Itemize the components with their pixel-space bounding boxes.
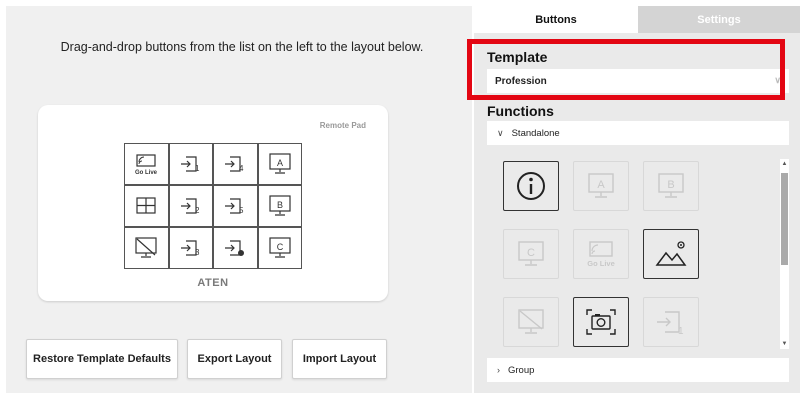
display-a-icon: A <box>588 173 614 198</box>
pad-key-display-off[interactable] <box>125 228 168 268</box>
palette-display-a-button[interactable]: A <box>573 161 629 211</box>
palette-display-c-button[interactable]: C <box>503 229 559 279</box>
group-accordion[interactable]: › Group <box>487 358 789 382</box>
input-record-icon <box>225 240 245 256</box>
info-icon <box>517 172 545 200</box>
palette-image-button[interactable] <box>643 229 699 279</box>
input-4-icon: 4 <box>225 156 244 173</box>
snapshot-icon <box>586 309 616 335</box>
import-layout-button[interactable]: Import Layout <box>292 339 387 379</box>
standalone-label: Standalone <box>511 127 560 139</box>
palette-display-b-label: B <box>667 179 674 191</box>
palette-display-a-label: A <box>597 179 605 191</box>
pad-key-go-live[interactable]: Go Live <box>125 144 168 184</box>
go-live-icon: Go Live <box>135 154 158 176</box>
pad-name: Remote Pad <box>319 121 366 130</box>
palette-go-live-label: Go Live <box>587 259 615 268</box>
pad-key-input-3[interactable]: 3 <box>169 228 212 268</box>
remote-pad: Remote Pad Go Live 1 4 A 2 5 B 3 C ATEN <box>38 105 388 301</box>
functions-heading: Functions <box>487 103 554 119</box>
display-c-label: C <box>277 242 284 252</box>
palette-display-off-button[interactable] <box>503 297 559 347</box>
pad-key-grid-layout[interactable] <box>125 186 168 226</box>
chevron-right-icon: › <box>497 365 500 375</box>
image-icon <box>655 241 687 266</box>
input-4-label: 4 <box>239 164 244 173</box>
scrollbar-thumb[interactable] <box>781 173 788 265</box>
pad-key-display-a[interactable]: A <box>258 144 301 184</box>
group-label: Group <box>508 364 535 376</box>
input-1-label: 1 <box>195 164 200 173</box>
restore-template-defaults-button[interactable]: Restore Template Defaults <box>26 339 178 379</box>
input-1-icon: 1 <box>657 311 684 337</box>
palette-display-c-label: C <box>527 247 535 259</box>
scroll-up-icon[interactable]: ▲ <box>780 161 789 167</box>
input-1-icon: 1 <box>180 156 200 173</box>
go-live-icon: Go Live <box>587 241 615 268</box>
input-2-label: 2 <box>195 206 200 215</box>
pad-key-grid: Go Live 1 4 A 2 5 B 3 C <box>124 143 302 269</box>
pad-key-input-5[interactable]: 5 <box>214 186 257 226</box>
palette-snapshot-button[interactable] <box>573 297 629 347</box>
pad-brand-logo: ATEN <box>197 277 229 289</box>
chevron-down-icon: ∨ <box>497 127 504 138</box>
input-3-icon: 3 <box>180 240 200 257</box>
pad-key-input-4[interactable]: 4 <box>214 144 257 184</box>
palette-display-b-button[interactable]: B <box>643 161 699 211</box>
layout-panel: Drag-and-drop buttons from the list on t… <box>6 6 472 393</box>
palette-scrollbar[interactable]: ▲ ▼ <box>780 159 789 349</box>
display-off-icon <box>518 309 544 334</box>
pad-key-input-1[interactable]: 1 <box>169 144 212 184</box>
input-3-label: 3 <box>195 248 200 257</box>
go-live-label: Go Live <box>135 170 158 176</box>
pad-key-display-b[interactable]: B <box>258 186 301 226</box>
display-b-icon: B <box>658 173 684 198</box>
display-c-icon: C <box>269 237 291 258</box>
palette-input-1-label: 1 <box>678 326 684 337</box>
template-highlight-box <box>467 39 785 100</box>
pad-key-display-c[interactable]: C <box>258 228 301 268</box>
pad-key-input-record[interactable] <box>214 228 257 268</box>
tab-settings[interactable]: Settings <box>638 6 800 33</box>
export-layout-button[interactable]: Export Layout <box>187 339 282 379</box>
display-c-icon: C <box>518 241 544 266</box>
display-a-icon: A <box>269 153 291 174</box>
input-5-label: 5 <box>239 206 244 215</box>
scroll-down-icon[interactable]: ▼ <box>780 341 789 347</box>
display-b-label: B <box>277 200 283 210</box>
display-a-label: A <box>277 158 283 168</box>
tab-buttons[interactable]: Buttons <box>474 6 638 33</box>
standalone-accordion[interactable]: ∨ Standalone <box>487 121 789 145</box>
input-2-icon: 2 <box>180 198 200 215</box>
palette-input-1-button[interactable]: 1 <box>643 297 699 347</box>
palette-info-button[interactable] <box>503 161 559 211</box>
grid-layout-icon <box>136 197 156 214</box>
instructions-text: Drag-and-drop buttons from the list on t… <box>60 40 424 54</box>
input-5-icon: 5 <box>225 198 244 215</box>
display-b-icon: B <box>269 195 291 216</box>
palette-go-live-button[interactable]: Go Live <box>573 229 629 279</box>
display-off-icon <box>135 237 157 258</box>
pad-key-input-2[interactable]: 2 <box>169 186 212 226</box>
function-palette: A B C Go Live 1 ▲ ▼ <box>487 151 789 351</box>
